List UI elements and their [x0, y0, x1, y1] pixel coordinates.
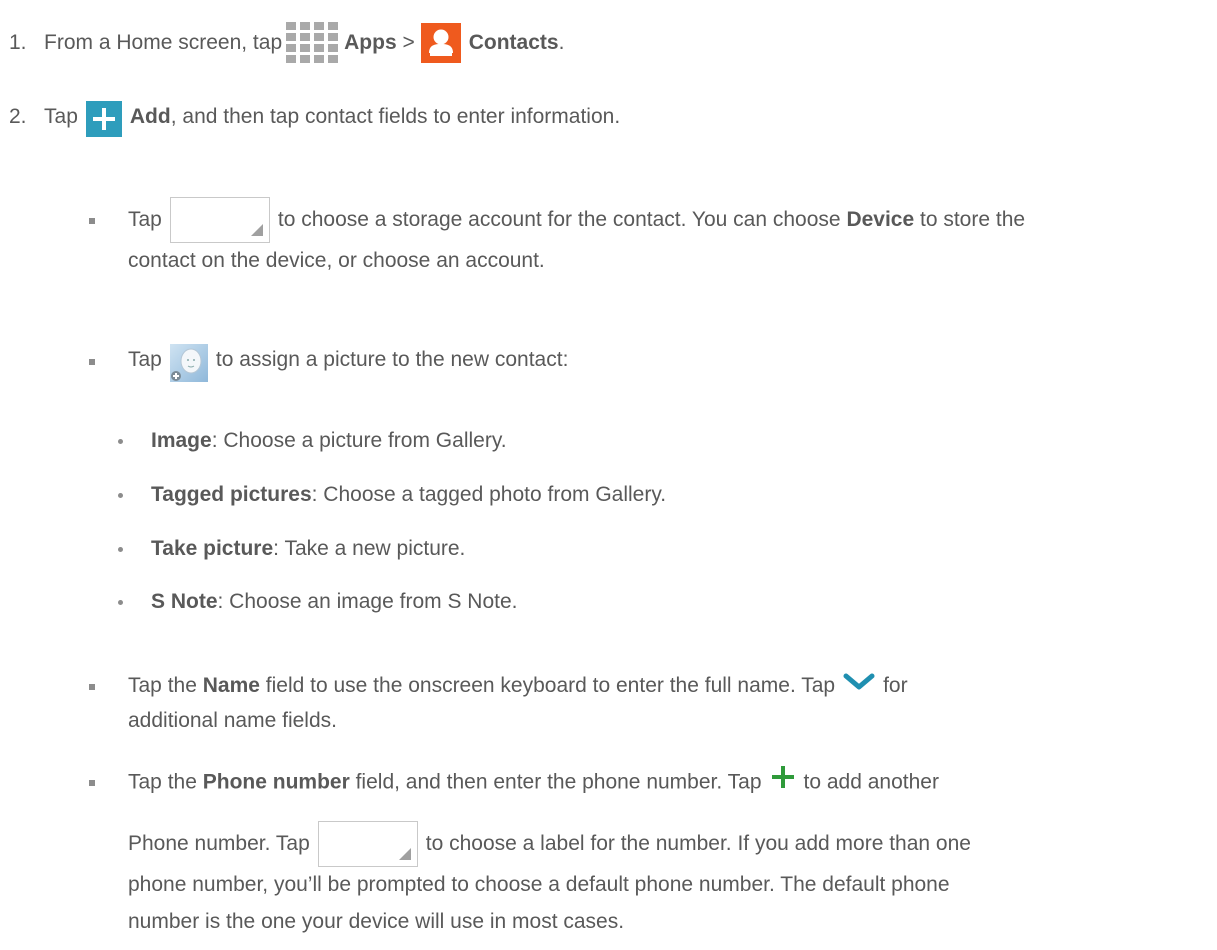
add-label: Add [129, 105, 171, 128]
contact-picture-icon [169, 344, 208, 382]
bullet-marker [89, 780, 95, 786]
bullet-text: Tap the [128, 674, 197, 697]
contacts-label: Contacts [468, 31, 559, 54]
option-desc: : Choose a tagged photo from Gallery. [311, 483, 667, 506]
bullet-text: Tap the [128, 770, 197, 794]
step-end: . [558, 31, 565, 54]
bullet-text-end: for [883, 674, 908, 697]
bullet-text: to choose a label for the number. If you… [425, 832, 971, 855]
option-label: Take picture [151, 537, 274, 560]
step-text: , and then tap contact fields to enter i… [170, 105, 621, 128]
separator: > [402, 31, 415, 54]
bullet-marker [89, 684, 95, 690]
bullet-picture: Tap to assign a picture to the new conta… [128, 338, 568, 382]
bullet-text: field to use the onscreen keyboard to en… [265, 674, 836, 697]
option-label: Image [151, 429, 212, 452]
tap-text: Tap [44, 105, 78, 128]
bullet-marker [89, 218, 95, 224]
chevron-down-icon [843, 668, 875, 704]
bullet-storage: Tap to choose a storage account for the c… [128, 195, 1025, 245]
bullet-text: field, and then enter the phone number. … [355, 770, 762, 794]
bullet-name-line2: additional name fields. [128, 709, 337, 732]
option-label: S Note [151, 590, 218, 613]
option-take-picture: Take picture: Take a new picture. [151, 536, 465, 562]
option-image: Image: Choose a picture from Gallery. [151, 428, 507, 454]
storage-dropdown-icon [169, 197, 270, 244]
step-2: 2. Tap Add, and then tap contact fields … [9, 97, 620, 137]
bullet-phone-line3: phone number, you’ll be prompted to choo… [128, 873, 950, 896]
add-icon [85, 101, 122, 137]
name-field-label: Name [202, 674, 260, 697]
option-desc: : Take a new picture. [273, 537, 466, 560]
option-marker [118, 600, 123, 605]
step-number: 2. [9, 105, 27, 128]
option-marker [118, 439, 123, 444]
bullet-text-end: to add another [803, 770, 939, 794]
bullet-phone-line4: number is the one your device will use i… [128, 910, 625, 933]
step-text: From a Home screen, tap [44, 31, 283, 54]
bullet-phone: Tap the Phone number field, and then ent… [128, 764, 939, 802]
tap-text: Tap [128, 348, 162, 371]
bullet-text: to choose a storage account for the cont… [277, 208, 841, 231]
phone-field-label: Phone number [202, 770, 350, 794]
apps-grid-icon [286, 22, 339, 63]
tap-text: Tap [128, 208, 162, 231]
plus-icon [770, 764, 796, 802]
contacts-icon [420, 23, 461, 63]
bullet-text: Phone number. Tap [128, 832, 310, 855]
option-label: Tagged pictures [151, 483, 312, 506]
option-tagged-pictures: Tagged pictures: Choose a tagged photo f… [151, 482, 666, 508]
step-number: 1. [9, 31, 27, 54]
bullet-phone-line2: Phone number. Tap to choose a label for t… [128, 819, 971, 869]
option-marker [118, 547, 123, 552]
bullet-marker [89, 359, 95, 365]
option-s-note: S Note: Choose an image from S Note. [151, 589, 518, 615]
step-1: 1. From a Home screen, tap Apps > Contac… [9, 22, 564, 63]
apps-label: Apps [344, 31, 397, 54]
option-desc: : Choose an image from S Note. [217, 590, 518, 613]
device-label: Device [846, 208, 915, 231]
option-marker [118, 493, 123, 498]
bullet-name: Tap the Name field to use the onscreen k… [128, 668, 908, 704]
bullet-storage-line2: contact on the device, or choose an acco… [128, 249, 545, 272]
option-desc: : Choose a picture from Gallery. [211, 429, 507, 452]
bullet-text-end: to store the [920, 208, 1026, 231]
label-dropdown-icon [317, 821, 418, 868]
bullet-text: to assign a picture to the new contact: [215, 348, 569, 371]
